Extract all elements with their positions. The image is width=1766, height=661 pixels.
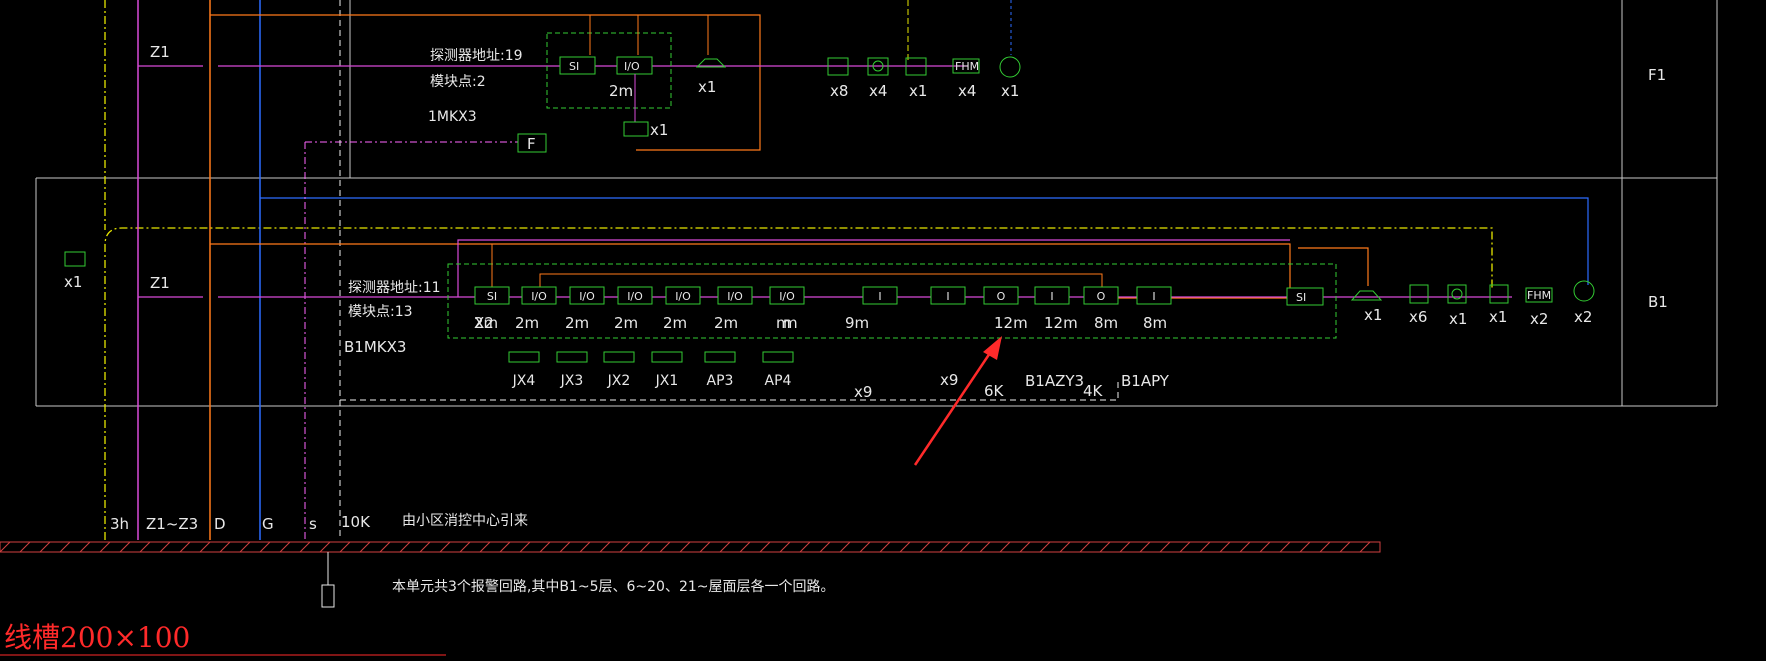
- b1-length-11: 12m: [1044, 314, 1078, 332]
- f1-io-length: 2m: [609, 82, 633, 100]
- bottom-label-d: D: [214, 515, 226, 533]
- f1-f-box: F: [527, 135, 536, 153]
- b1-panel-label-4: JX1: [655, 373, 679, 389]
- footnote: 本单元共3个报警回路,其中B1~5层、6~20、21~屋面层各一个回路。: [392, 579, 835, 595]
- f1-box-name: 1MKX3: [428, 109, 477, 125]
- b1-fan-box-1: B1AZY3: [1025, 372, 1084, 390]
- risers: [104, 0, 1589, 540]
- b1-module-label-3: I/O: [579, 290, 595, 303]
- b1-panel-label-1: JX4: [512, 373, 536, 389]
- b1-module-label-1: SI: [487, 290, 497, 303]
- bottom-label-10k: 10K: [341, 513, 371, 531]
- b1-module-label-6: I/O: [727, 290, 743, 303]
- b1-panel-label-2: JX3: [560, 373, 584, 389]
- b1-count-6: x2: [1574, 308, 1592, 326]
- f1-count-1: x1: [698, 78, 716, 96]
- f1-count-5: x4: [958, 82, 976, 100]
- b1-module-label-11: I: [1050, 290, 1053, 303]
- b1-length-3: 2m: [565, 314, 589, 332]
- bottom-label-3h: 3h: [110, 515, 129, 533]
- b1-module-label-13: I: [1152, 290, 1155, 303]
- b1-panel-icon-1: [508, 351, 540, 363]
- b1-module-points: 模块点:13: [348, 304, 413, 320]
- bottom-label-s: s: [309, 515, 317, 533]
- f1-si-label: SI: [569, 60, 579, 73]
- b1-count-1: x1: [1364, 306, 1382, 324]
- f1-count-4: x1: [909, 82, 927, 100]
- b1-panel-icon-5: [704, 351, 736, 363]
- b1-k-label-2: 4K: [1083, 382, 1104, 400]
- b1-detector-addr: 探测器地址:11: [348, 280, 441, 296]
- b1-length-4: 2m: [614, 314, 638, 332]
- ground-line: [0, 541, 1381, 656]
- b1-module-label-8: I: [878, 290, 881, 303]
- b1-dev-count-1: x9: [854, 383, 872, 401]
- f1-valve-count: x1: [650, 121, 668, 139]
- f1-module-points: 模块点:2: [430, 74, 486, 90]
- b1-count-4: x1: [1489, 308, 1507, 326]
- f1-detector-addr: 探测器地址:19: [430, 48, 523, 64]
- b1-length-10: 12m: [994, 314, 1028, 332]
- floor-label-f1: F1: [1648, 66, 1666, 84]
- b1-module-label-2: I/O: [531, 290, 547, 303]
- b1-k-label-1: 6K: [984, 382, 1005, 400]
- f1-fhm: FHM: [955, 60, 979, 73]
- b1-panel-label-3: JX2: [607, 373, 631, 389]
- b1-length-5: 2m: [663, 314, 687, 332]
- b1-box-name: B1MKX3: [344, 338, 406, 356]
- b1-panel-icon-6: [762, 351, 794, 363]
- b1-module-label-7: I/O: [779, 290, 795, 303]
- b1-panel-icon-4: [651, 351, 683, 363]
- b1-module-label-12: O: [1097, 290, 1106, 303]
- b1-length-2: 2m: [515, 314, 539, 332]
- b1-fan-box-2: B1APY: [1121, 372, 1170, 390]
- f1-module-box: [517, 15, 1021, 153]
- b1-length-12: 8m: [1094, 314, 1118, 332]
- trunking-label: 线槽200×100: [4, 621, 190, 654]
- b1-count-2: x6: [1409, 308, 1427, 326]
- b1-length-13: 8m: [1143, 314, 1167, 332]
- f1-io-label: I/O: [624, 60, 640, 73]
- f1-count-2: x8: [830, 82, 848, 100]
- bottom-label-g: G: [262, 515, 274, 533]
- b1-length-8: m: [783, 314, 798, 332]
- b1-panel-label-6: AP4: [765, 373, 792, 389]
- b1-panel-icon-2: [556, 351, 588, 363]
- trunk-lines: [138, 14, 1512, 299]
- f1-count-3: x4: [869, 82, 887, 100]
- floor-label-b1: B1: [1648, 293, 1668, 311]
- annotation-arrow: [913, 336, 1002, 466]
- source-note: 由小区消控中心引来: [402, 513, 528, 529]
- b1-module-label-9: I: [946, 290, 949, 303]
- b1-module-label-4: I/O: [627, 290, 643, 303]
- trunk-label-z1-lower: Z1: [150, 274, 170, 292]
- b1-count-3: x1: [1449, 310, 1467, 328]
- cad-drawing: SI I/O I/O I/O I/O I/O I/O I I O I O I2m 2m 2m 2m 2m 2m mm…: [0, 0, 1718, 656]
- b1-fhm: FHM: [1527, 289, 1551, 302]
- b1-module-label-10: O: [997, 290, 1006, 303]
- b1-panel-icon-3: [603, 351, 635, 363]
- b1-dev-count-2: x9: [940, 371, 958, 389]
- b1-panel-label-5: AP3: [707, 373, 734, 389]
- trunk-label-z1-upper: Z1: [150, 43, 170, 61]
- b1-si-count: X2: [474, 314, 494, 332]
- f1-count-6: x1: [1001, 82, 1019, 100]
- b1-length-9: 9m: [845, 314, 869, 332]
- b1-right-si: SI: [1296, 291, 1306, 304]
- bottom-label-z1z3: Z1~Z3: [146, 515, 198, 533]
- b1-count-5: x2: [1530, 310, 1548, 328]
- b1-module-label-5: I/O: [675, 290, 691, 303]
- b1-left-count: x1: [64, 273, 82, 291]
- b1-length-6: 2m: [714, 314, 738, 332]
